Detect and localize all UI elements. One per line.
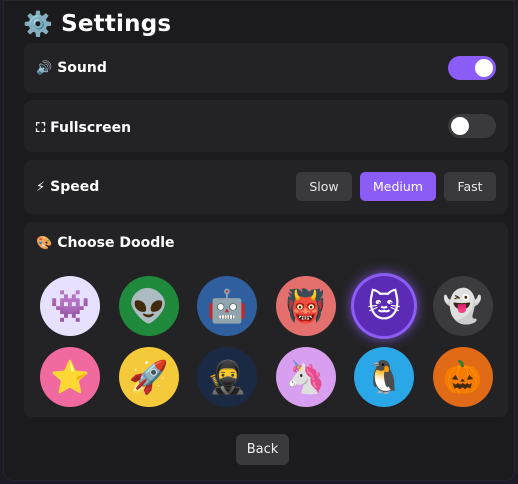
- doodle-alien[interactable]: 👽: [118, 276, 179, 336]
- sound-toggle[interactable]: [448, 56, 496, 80]
- back-button[interactable]: Back: [236, 434, 289, 465]
- doodle-label-text: Choose Doodle: [57, 235, 175, 251]
- sound-label: 🔊 Sound: [36, 43, 107, 93]
- speed-label-text: Speed: [50, 179, 100, 195]
- doodle-rocket[interactable]: 🚀: [118, 347, 179, 407]
- speaker-icon: 🔊: [36, 60, 53, 76]
- doodle-cat[interactable]: 🐱: [354, 276, 414, 336]
- speed-setting-card: ⚡ Speed Slow Medium Fast: [24, 160, 508, 214]
- doodle-ninja[interactable]: 🥷: [197, 347, 257, 407]
- speed-label: ⚡ Speed: [36, 160, 99, 214]
- settings-panel: ⚙️ Settings 🔊 Sound ⛶ Fullscreen ⚡ Speed…: [3, 0, 515, 481]
- doodle-pumpkin[interactable]: 🎃: [432, 347, 493, 407]
- sound-setting-card: 🔊 Sound: [24, 43, 508, 93]
- doodle-star[interactable]: ⭐: [40, 347, 100, 407]
- fullscreen-label: ⛶ Fullscreen: [36, 102, 131, 154]
- doodle-ghost[interactable]: 👻: [432, 276, 493, 336]
- fullscreen-label-text: Fullscreen: [50, 120, 132, 136]
- doodle-label: 🎨 Choose Doodle: [36, 232, 175, 254]
- doodle-picker-card: 🎨 Choose Doodle 👾 👽 🤖 👹 🐱 👻 ⭐ 🚀 🥷 🦄 🐧 🎃: [24, 222, 508, 417]
- toggle-knob: [475, 59, 493, 77]
- fullscreen-setting-card: ⛶ Fullscreen: [24, 100, 508, 152]
- gear-icon: ⚙️: [23, 10, 54, 38]
- doodle-ogre[interactable]: 👹: [275, 276, 336, 336]
- lightning-icon: ⚡: [36, 179, 46, 195]
- speed-fast-button[interactable]: Fast: [444, 172, 496, 201]
- doodle-penguin[interactable]: 🐧: [354, 347, 414, 407]
- doodle-alien-monster[interactable]: 👾: [40, 276, 100, 336]
- speed-medium-button[interactable]: Medium: [360, 172, 436, 201]
- fullscreen-icon: ⛶: [36, 120, 46, 136]
- palette-icon: 🎨: [36, 235, 53, 251]
- page-title-text: Settings: [61, 11, 172, 37]
- toggle-knob: [451, 117, 469, 135]
- sound-label-text: Sound: [57, 60, 107, 76]
- doodle-unicorn[interactable]: 🦄: [275, 347, 336, 407]
- page-title: ⚙️ Settings: [23, 6, 171, 42]
- doodle-robot[interactable]: 🤖: [197, 276, 257, 336]
- speed-slow-button[interactable]: Slow: [296, 172, 352, 201]
- fullscreen-toggle[interactable]: [448, 114, 496, 138]
